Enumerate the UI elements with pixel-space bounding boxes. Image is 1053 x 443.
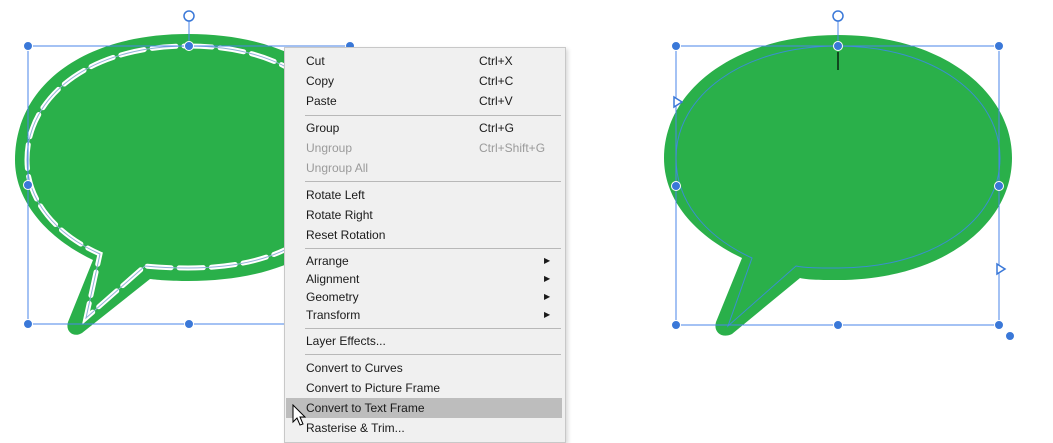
menu-item-label: Arrange — [306, 254, 349, 268]
menu-item-rotate-right[interactable]: Rotate Right — [286, 205, 562, 225]
menu-item-label: Ungroup — [306, 141, 353, 155]
menu-item-label: Convert to Text Frame — [306, 401, 425, 415]
rotation-handle — [183, 10, 195, 22]
menu-item-transform[interactable]: Transform ▶ — [286, 305, 562, 325]
menu-item-label: Layer Effects... — [306, 334, 386, 348]
menu-item-cut[interactable]: Cut Ctrl+X — [286, 51, 562, 71]
menu-item-group[interactable]: Group Ctrl+G — [286, 118, 562, 138]
menu-item-label: Ungroup All — [306, 161, 369, 175]
menu-item-paste[interactable]: Paste Ctrl+V — [286, 91, 562, 111]
menu-item-shortcut: Ctrl+G — [479, 121, 515, 135]
submenu-arrow-icon: ▶ — [544, 310, 551, 319]
menu-item-shortcut: Ctrl+V — [479, 94, 513, 108]
resize-handle — [833, 320, 843, 330]
menu-separator — [305, 115, 561, 116]
resize-handle — [184, 41, 194, 51]
resize-handle — [23, 180, 33, 190]
menu-item-label: Reset Rotation — [306, 228, 386, 242]
menu-item-ungroup: Ungroup Ctrl+Shift+G — [286, 138, 562, 158]
submenu-arrow-icon: ▶ — [544, 292, 551, 301]
menu-separator — [305, 181, 561, 182]
text-flow-out-triangle-icon — [996, 262, 1007, 276]
right-bubble-shape[interactable] — [664, 35, 1012, 336]
menu-item-shortcut: Ctrl+C — [479, 74, 514, 88]
menu-item-convert-to-curves[interactable]: Convert to Curves — [286, 358, 562, 378]
menu-item-shortcut: Ctrl+Shift+G — [479, 141, 546, 155]
menu-item-ungroup-all: Ungroup All — [286, 158, 562, 178]
resize-handle — [23, 41, 33, 51]
menu-item-alignment[interactable]: Alignment ▶ — [286, 269, 562, 289]
menu-item-label: Cut — [306, 54, 325, 68]
right-speech-bubble[interactable] — [664, 35, 1012, 336]
menu-item-copy[interactable]: Copy Ctrl+C — [286, 71, 562, 91]
menu-item-label: Alignment — [306, 272, 360, 286]
mouse-cursor-icon — [292, 404, 307, 426]
resize-handle — [23, 319, 33, 329]
rotation-handle — [832, 10, 844, 22]
menu-item-label: Paste — [306, 94, 337, 108]
menu-separator — [305, 248, 561, 249]
menu-item-rasterise-and-trim[interactable]: Rasterise & Trim... — [286, 418, 562, 438]
menu-item-label: Rotate Left — [306, 188, 365, 202]
resize-handle — [671, 320, 681, 330]
resize-handle — [994, 41, 1004, 51]
submenu-arrow-icon: ▶ — [544, 274, 551, 283]
menu-item-shortcut: Ctrl+X — [479, 54, 513, 68]
menu-item-label: Transform — [306, 308, 361, 322]
menu-item-reset-rotation[interactable]: Reset Rotation — [286, 225, 562, 245]
menu-separator — [305, 328, 561, 329]
menu-item-label: Convert to Picture Frame — [306, 381, 441, 395]
submenu-arrow-icon: ▶ — [544, 256, 551, 265]
menu-item-convert-to-text-frame[interactable]: Convert to Text Frame — [286, 398, 562, 418]
menu-item-rotate-left[interactable]: Rotate Left — [286, 185, 562, 205]
menu-item-convert-to-picture-frame[interactable]: Convert to Picture Frame — [286, 378, 562, 398]
context-menu: Cut Ctrl+X Copy Ctrl+C Paste Ctrl+V Group Ct… — [284, 47, 566, 443]
resize-handle — [833, 41, 843, 51]
resize-handle — [994, 181, 1004, 191]
text-frame-corner-handle — [1005, 331, 1015, 341]
menu-separator — [305, 354, 561, 355]
menu-item-geometry[interactable]: Geometry ▶ — [286, 287, 562, 307]
menu-item-label: Geometry — [306, 290, 359, 304]
resize-handle — [671, 181, 681, 191]
menu-item-label: Rotate Right — [306, 208, 373, 222]
resize-handle — [994, 320, 1004, 330]
menu-item-label: Copy — [306, 74, 335, 88]
menu-item-layer-effects[interactable]: Layer Effects... — [286, 331, 562, 351]
resize-handle — [184, 319, 194, 329]
menu-item-arrange[interactable]: Arrange ▶ — [286, 251, 562, 271]
resize-handle — [671, 41, 681, 51]
menu-item-label: Rasterise & Trim... — [306, 421, 405, 435]
menu-item-label: Convert to Curves — [306, 361, 403, 375]
menu-item-label: Group — [306, 121, 340, 135]
